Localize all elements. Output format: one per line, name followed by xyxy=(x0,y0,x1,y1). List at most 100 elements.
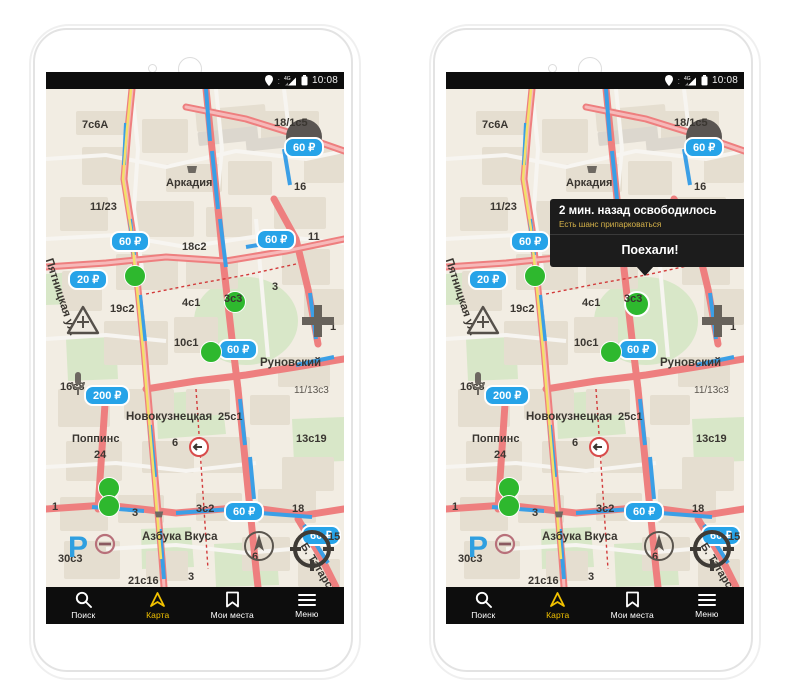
nav-item-menu[interactable]: Меню xyxy=(670,593,745,619)
one-way-sign-icon xyxy=(189,437,209,457)
nav-label-map: Карта xyxy=(546,610,570,620)
map-label: 3с3 xyxy=(624,293,643,305)
map-label: Новокузнецкая xyxy=(126,411,213,423)
parking-freed-callout: 2 мин. назад освободилось Есть шанс прип… xyxy=(550,199,744,277)
map-canvas-left[interactable]: 60 ₽ 60 ₽ 60 ₽ 20 ₽ 60 ₽ 200 ₽ 60 ₽ 60 ₽ xyxy=(46,89,344,587)
map-label: 7с6А xyxy=(482,119,509,131)
free-spot-marker[interactable] xyxy=(600,341,622,363)
bookmark-icon xyxy=(625,591,639,608)
callout-header: 2 мин. назад освободилось Есть шанс прип… xyxy=(550,199,744,235)
nav-item-menu[interactable]: Меню xyxy=(270,593,345,619)
price-badge[interactable]: 20 ₽ xyxy=(68,269,109,290)
svg-text:4G: 4G xyxy=(684,76,691,82)
nav-item-search[interactable]: Поиск xyxy=(446,591,521,620)
signal-4g-icon: 4G xyxy=(284,76,296,86)
free-spot-marker[interactable] xyxy=(124,265,146,287)
no-entry-icon xyxy=(94,533,116,555)
map-label: 24 xyxy=(494,449,507,461)
hamburger-menu-icon xyxy=(697,593,716,606)
nav-item-map[interactable]: Карта xyxy=(121,591,196,620)
price-badge[interactable]: 20 ₽ xyxy=(468,269,509,290)
map-label: 21с16 xyxy=(128,575,159,587)
nav-item-map[interactable]: Карта xyxy=(521,591,596,620)
nav-label-my-places: Мои места xyxy=(610,610,654,620)
map-label: 4с1 xyxy=(182,297,201,309)
map-label: Поппинс xyxy=(472,433,520,445)
map-label: 4с1 xyxy=(582,297,601,309)
map-label: 10с1 xyxy=(174,337,199,349)
phone-screen-left: : 4G 10:08 60 ₽ 60 ₽ 60 ₽ 20 ₽ 60 ₽ 200 … xyxy=(46,72,344,624)
price-badge[interactable]: 60 ₽ xyxy=(256,229,297,250)
map-label: 18/1с5 xyxy=(274,117,308,129)
phone-screen-right: : 4G 10:08 60 ₽ 60 ₽ 20 ₽ 60 ₽ 200 ₽ 60 … xyxy=(446,72,744,624)
map-label: 18 xyxy=(292,503,305,515)
map-label: 24 xyxy=(94,449,107,461)
free-spot-marker[interactable] xyxy=(200,341,222,363)
map-canvas-right[interactable]: 60 ₽ 60 ₽ 20 ₽ 60 ₽ 200 ₽ 60 ₽ 60 ₽ 7с6А… xyxy=(446,89,744,587)
parking-p-icon: P xyxy=(468,531,488,563)
map-label: 19с2 xyxy=(510,303,535,315)
compass-control[interactable] xyxy=(642,529,676,563)
search-icon xyxy=(475,591,492,608)
map-label: 25с1 xyxy=(618,411,643,423)
price-badge[interactable]: 200 ₽ xyxy=(484,385,531,406)
map-label: 3 xyxy=(532,507,539,519)
map-label: 3 xyxy=(588,571,595,583)
signal-4g-icon: 4G xyxy=(684,76,696,86)
nav-item-search[interactable]: Поиск xyxy=(46,591,121,620)
navigation-arrow-icon xyxy=(550,592,566,607)
map-label: 3 xyxy=(132,507,139,519)
shop-icon xyxy=(554,511,564,518)
free-spot-marker[interactable] xyxy=(98,495,120,517)
map-label: 6 xyxy=(572,437,579,449)
svg-text:P: P xyxy=(68,531,88,563)
callout-go-button[interactable]: Поехали! xyxy=(550,235,744,268)
battery-icon xyxy=(701,75,708,86)
nav-label-my-places: Мои места xyxy=(210,610,254,620)
map-label: Поппинс xyxy=(72,433,120,445)
map-label: 11/13с3 xyxy=(694,385,729,396)
callout-pointer-arrow xyxy=(636,266,654,277)
one-way-sign-icon xyxy=(589,437,609,457)
free-spot-marker[interactable] xyxy=(524,265,546,287)
zoom-ring-control[interactable] xyxy=(690,527,734,571)
nav-item-my-places[interactable]: Мои места xyxy=(195,591,270,620)
price-badge[interactable]: 200 ₽ xyxy=(84,385,131,406)
map-label: 16 xyxy=(294,181,307,193)
map-label: 18/1с5 xyxy=(674,117,708,129)
map-label: 11/23 xyxy=(90,201,117,213)
map-label: Азбука Вкуса xyxy=(142,531,218,543)
map-label: 3с2 xyxy=(596,503,615,515)
map-label: 6 xyxy=(172,437,179,449)
hamburger-menu-icon xyxy=(297,593,316,606)
nav-label-map: Карта xyxy=(146,610,170,620)
svg-text:4G: 4G xyxy=(284,76,291,82)
price-badge[interactable]: 60 ₽ xyxy=(618,339,659,360)
nav-item-my-places[interactable]: Мои места xyxy=(595,591,670,620)
price-badge[interactable]: 60 ₽ xyxy=(624,501,665,522)
shop-icon xyxy=(187,166,197,173)
status-bar-clock: 10:08 xyxy=(311,75,338,86)
compass-control[interactable] xyxy=(242,529,276,563)
status-bar: : 4G 10:08 xyxy=(446,72,744,89)
nav-label-menu: Меню xyxy=(695,608,719,619)
microphone-icon xyxy=(471,372,485,395)
zoom-ring-control[interactable] xyxy=(290,527,334,571)
map-label: 10с1 xyxy=(574,337,599,349)
hospital-cross-icon xyxy=(302,305,334,337)
map-label: 3 xyxy=(272,281,279,293)
price-badge[interactable]: 60 ₽ xyxy=(684,137,725,158)
price-badge[interactable]: 60 ₽ xyxy=(510,231,551,252)
price-badge[interactable]: 60 ₽ xyxy=(110,231,151,252)
price-badge[interactable]: 60 ₽ xyxy=(224,501,265,522)
map-label: Азбука Вкуса xyxy=(542,531,618,543)
free-spot-marker[interactable] xyxy=(498,495,520,517)
price-badge[interactable]: 60 ₽ xyxy=(284,137,325,158)
status-dot-icon: : xyxy=(277,75,280,86)
map-label: Руновский xyxy=(260,357,322,369)
phone-mockup-left: : 4G 10:08 60 ₽ 60 ₽ 60 ₽ 20 ₽ 60 ₽ 200 … xyxy=(29,24,361,680)
map-label: 11/23 xyxy=(490,201,517,213)
warning-triangle-icon xyxy=(466,305,500,335)
bottom-navigation-bar: Поиск Карта Мои места Меню xyxy=(446,587,744,624)
price-badge[interactable]: 60 ₽ xyxy=(218,339,259,360)
